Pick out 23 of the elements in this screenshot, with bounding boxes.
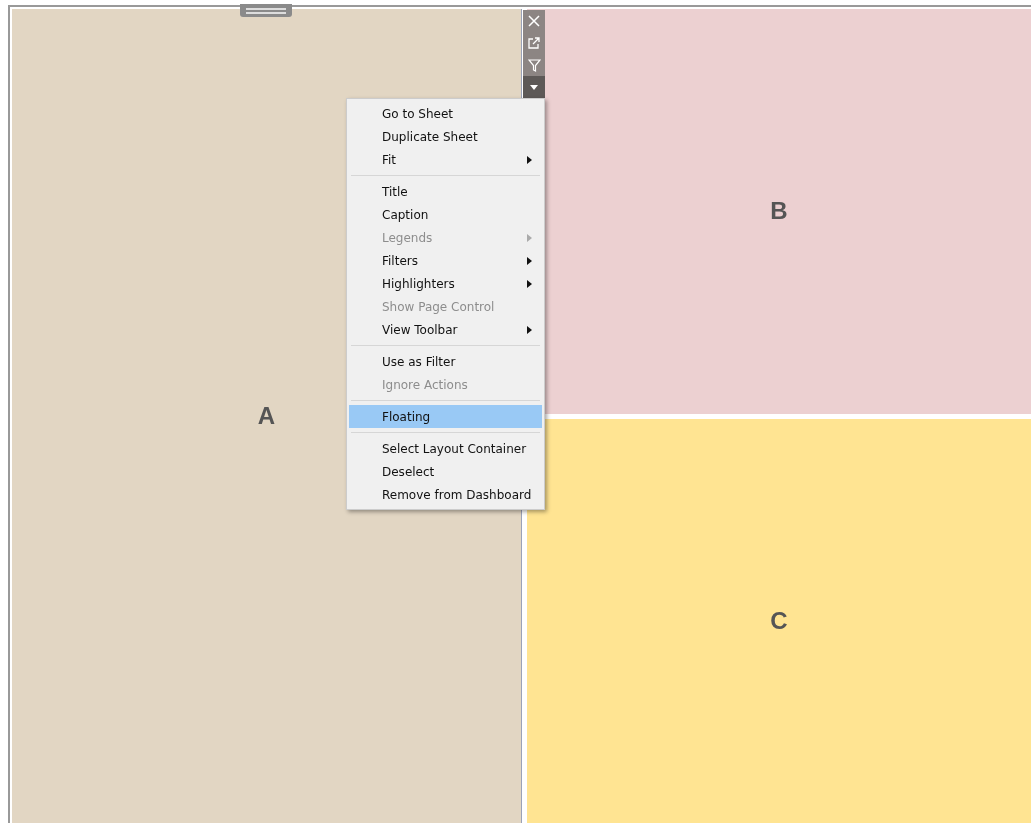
menu-item[interactable]: Deselect [349,460,542,483]
submenu-arrow-icon [527,279,532,288]
menu-item[interactable]: Go to Sheet [349,102,542,125]
menu-item[interactable]: Floating [349,405,542,428]
submenu-arrow-icon [527,233,532,242]
submenu-arrow-icon [527,155,532,164]
menu-item[interactable]: Use as Filter [349,350,542,373]
menu-item[interactable]: Fit [349,148,542,171]
dropdown-icon[interactable] [523,76,545,98]
sheet-label: A [257,402,276,430]
menu-item[interactable]: Filters [349,249,542,272]
submenu-arrow-icon [527,256,532,265]
submenu-arrow-icon [527,325,532,334]
menu-item[interactable]: Title [349,180,542,203]
drag-handle[interactable] [240,4,292,17]
menu-item[interactable]: Caption [349,203,542,226]
menu-item[interactable]: View Toolbar [349,318,542,341]
menu-item[interactable]: Duplicate Sheet [349,125,542,148]
sheet-label: B [770,197,788,226]
menu-item[interactable]: Highlighters [349,272,542,295]
menu-item[interactable]: Select Layout Container [349,437,542,460]
sheet-label: C [770,606,788,635]
menu-item[interactable]: Remove from Dashboard [349,483,542,506]
